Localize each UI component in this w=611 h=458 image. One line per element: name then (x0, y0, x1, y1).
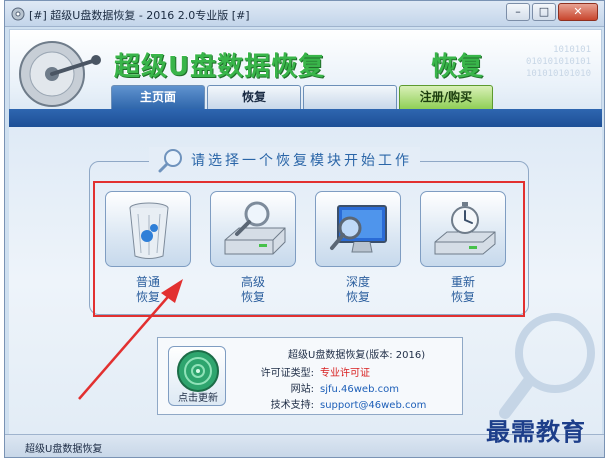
tab-home[interactable]: 主页面 (111, 85, 205, 109)
product-info-panel: 点击更新 超级U盘数据恢复(版本: 2016) 许可证类型: 专业许可证 网站: s… (157, 337, 463, 415)
app-window: [#] 超级U盘数据恢复 - 2016 2.0专业版 [#] – □ ✕ 超级U… (4, 0, 605, 458)
binary-decoration: 1010101 010101010101 101010101010 (525, 45, 591, 79)
window-controls: – □ ✕ (506, 3, 598, 21)
brand-title: 超级U盘数据恢复 (114, 52, 326, 82)
tab-blank[interactable] (303, 85, 397, 109)
license-value: 专业许可证 (320, 368, 370, 379)
disk-logo-icon (19, 41, 101, 107)
app-icon (11, 7, 25, 21)
magnifier-watermark-icon (499, 313, 595, 419)
update-button[interactable]: 点击更新 (168, 346, 226, 406)
website-key: 网站: (290, 384, 314, 395)
maximize-button[interactable]: □ (532, 3, 556, 21)
update-label: 点击更新 (178, 393, 218, 404)
drive-magnifier-icon (224, 201, 286, 255)
advanced-recovery-label: 高级 恢复 (240, 275, 265, 304)
instruction-text: 请选择一个恢复模块开始工作 (191, 153, 412, 169)
license-key: 许可证类型: (260, 368, 314, 379)
support-email-link[interactable]: support@46web.com (320, 400, 426, 411)
tab-register-buy[interactable]: 注册/购买 (399, 85, 493, 109)
instruction-heading: 请选择一个恢复模块开始工作 (149, 147, 420, 173)
brand-title-fragment: 恢复 (431, 52, 484, 82)
re-recovery-button[interactable] (420, 191, 506, 267)
tab-underline-band (9, 109, 602, 127)
version-text: 超级U盘数据恢复(版本: 2016) (288, 350, 426, 361)
radar-update-icon (177, 350, 219, 392)
recycle-bin-icon (129, 202, 169, 259)
drive-stopwatch-icon (434, 202, 496, 255)
deep-recovery-button[interactable] (315, 191, 401, 267)
website-row: 网站: sjfu.46web.com (252, 380, 399, 395)
license-row: 许可证类型: 专业许可证 (252, 364, 370, 379)
close-button[interactable]: ✕ (558, 3, 598, 21)
re-recovery-label: 重新 恢复 (450, 275, 475, 304)
support-key: 技术支持: (270, 400, 314, 411)
support-row: 技术支持: support@46web.com (252, 396, 427, 411)
title-bar[interactable]: [#] 超级U盘数据恢复 - 2016 2.0专业版 [#] – □ ✕ (5, 1, 604, 27)
tab-recover[interactable]: 恢复 (207, 85, 301, 109)
main-tabs: 主页面 恢复 注册/购买 (111, 85, 493, 109)
advanced-recovery-button[interactable] (210, 191, 296, 267)
status-text: 超级U盘数据恢复 (25, 444, 103, 455)
deep-recovery-label: 深度 恢复 (345, 275, 370, 304)
monitor-magnifier-icon (330, 205, 387, 253)
normal-recovery-button[interactable] (105, 191, 191, 267)
website-link[interactable]: sjfu.46web.com (320, 384, 399, 395)
main-content: 请选择一个恢复模块开始工作 普通 恢复 高级 恢复 深度 恢复 重新 恢复 点击… (9, 127, 602, 434)
minimize-button[interactable]: – (506, 3, 530, 21)
window-title: [#] 超级U盘数据恢复 - 2016 2.0专业版 [#] (29, 9, 250, 22)
search-icon (158, 149, 182, 173)
watermark-text: 最需教育 (486, 417, 586, 446)
